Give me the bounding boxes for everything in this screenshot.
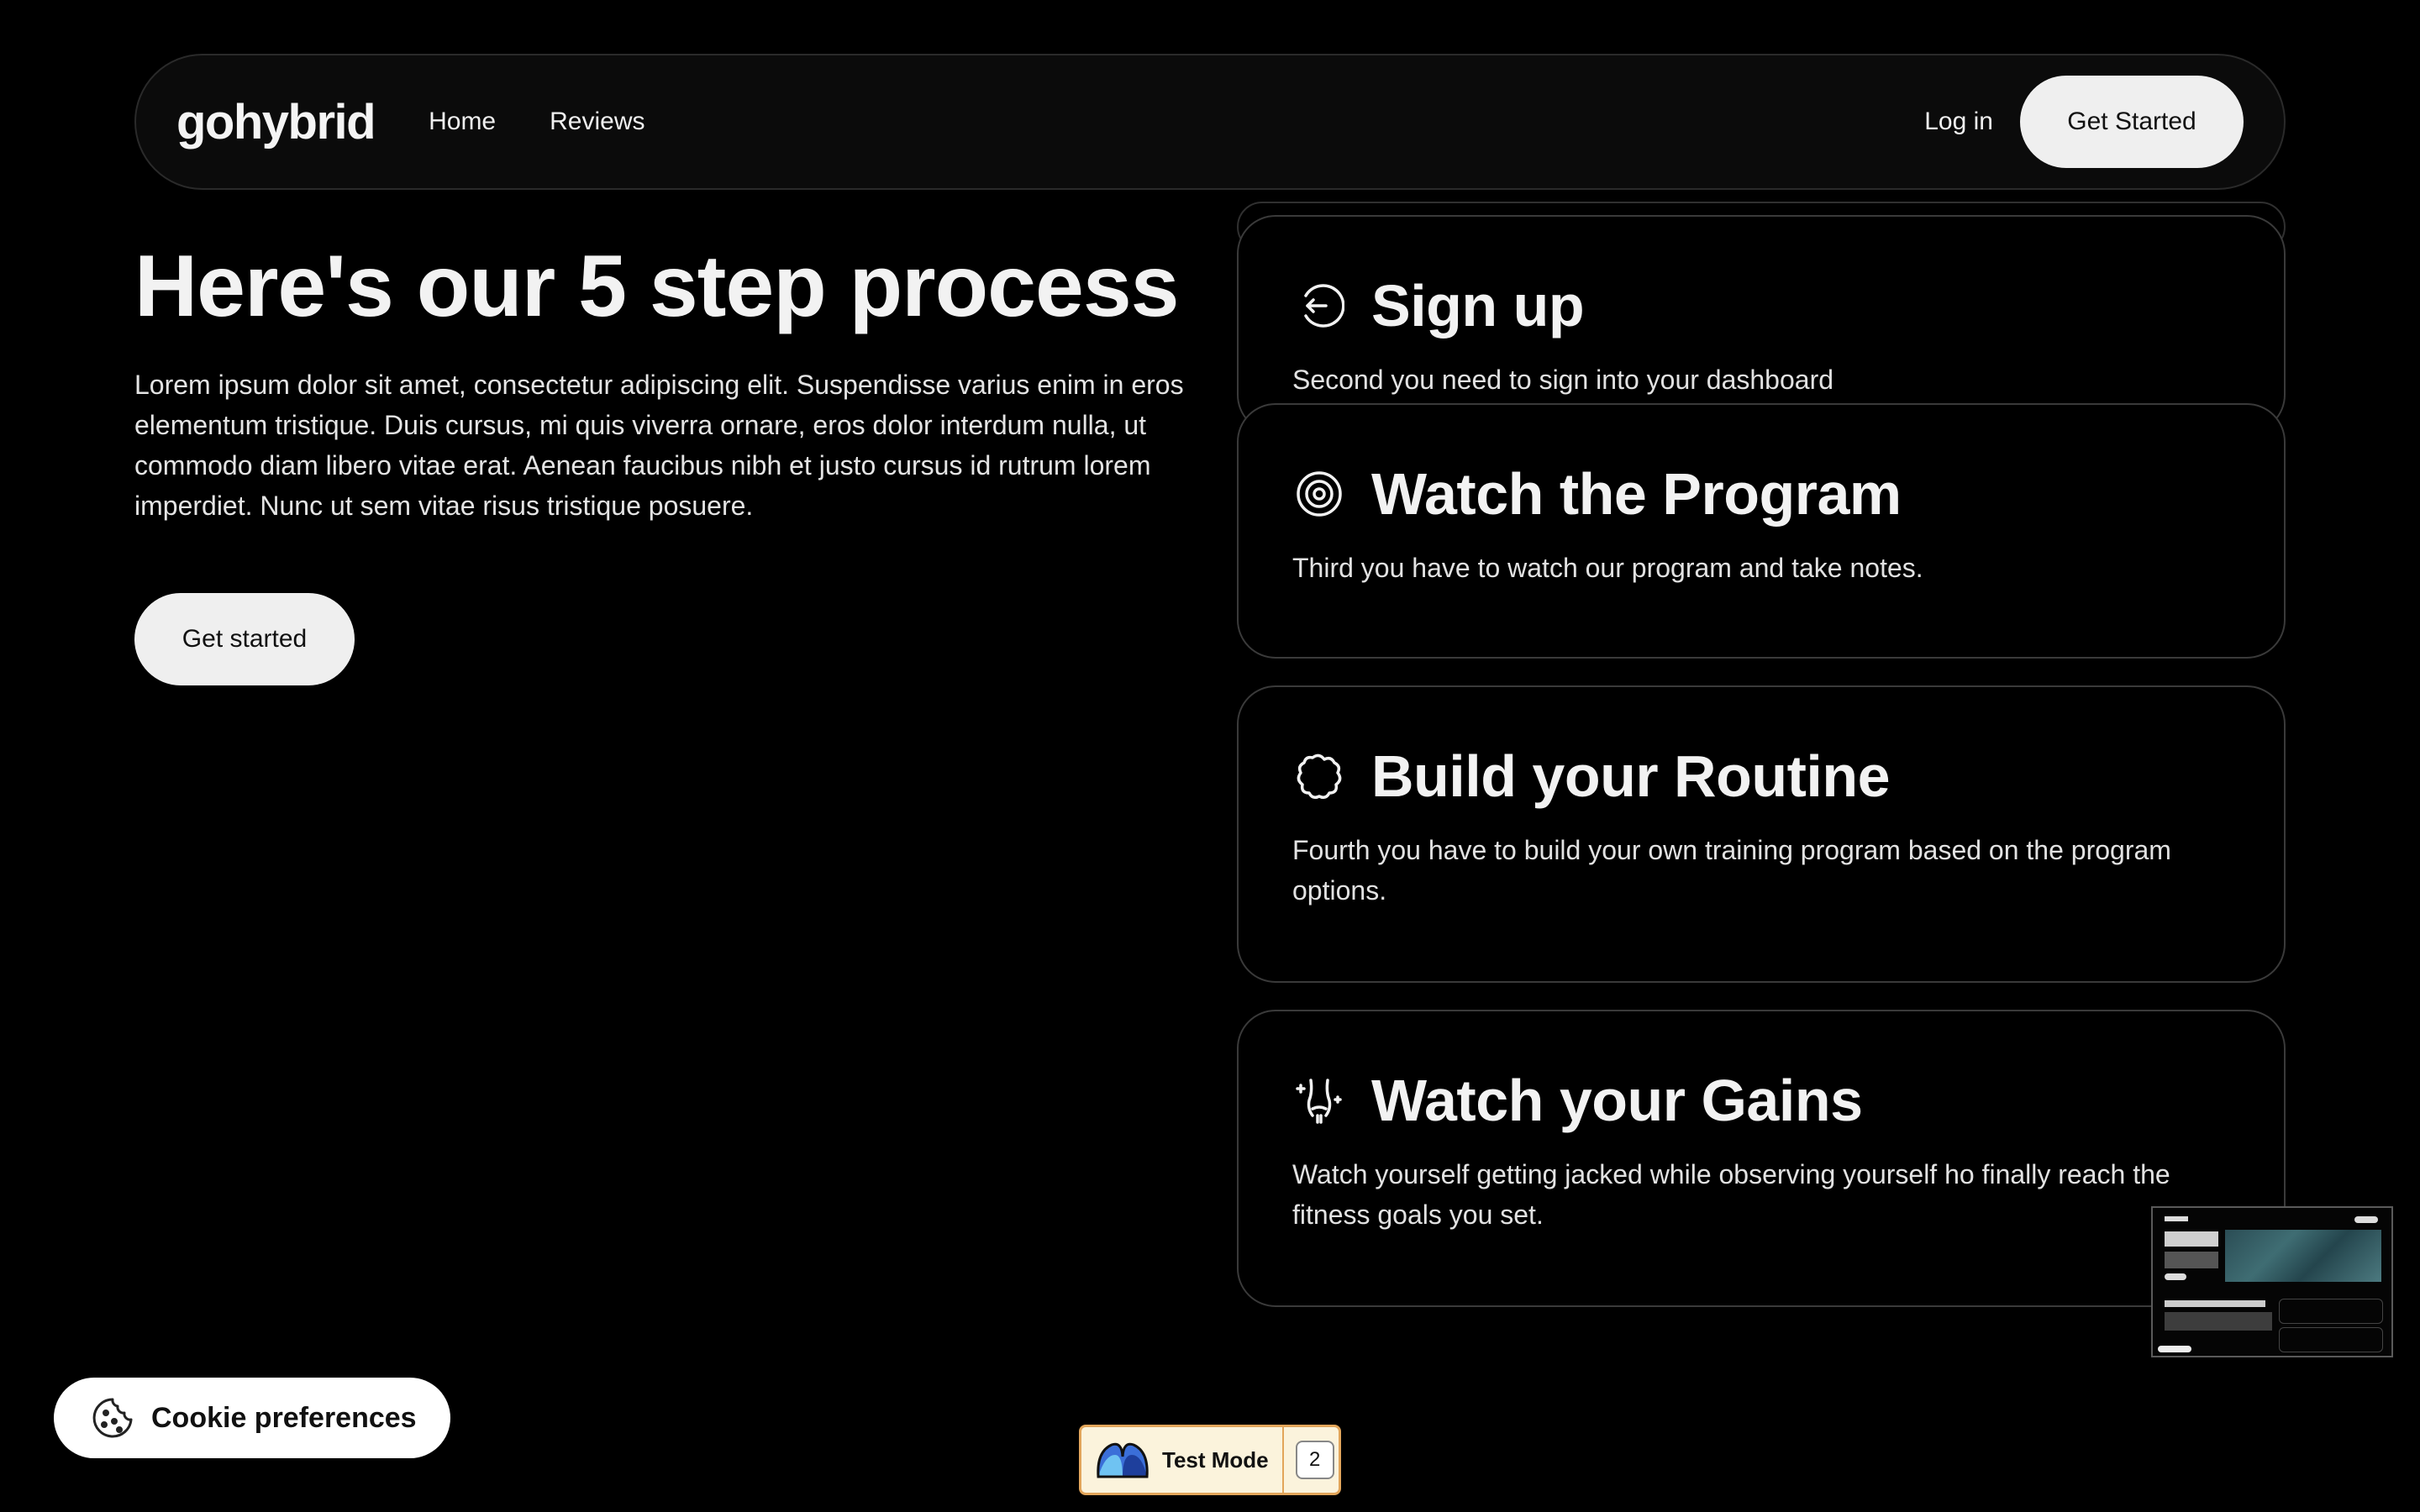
thumb-hero-image: [2225, 1230, 2381, 1282]
step-card-build-routine: Build your Routine Fourth you have to bu…: [1237, 685, 2286, 983]
step-title: Build your Routine: [1371, 743, 1891, 809]
eye-icon: [1292, 467, 1346, 521]
login-link[interactable]: Log in: [1924, 108, 1993, 136]
logo[interactable]: gohybrid: [176, 94, 376, 150]
step-title: Watch the Program: [1371, 461, 1902, 527]
hero-description: Lorem ipsum dolor sit amet, consectetur …: [134, 370, 1184, 521]
thumb-paragraph: [2165, 1312, 2272, 1331]
step-text: Third you have to watch our program and …: [1292, 553, 1923, 583]
thumb-button: [2354, 1216, 2378, 1223]
step-card-watch-gains: Watch your Gains Watch yourself getting …: [1237, 1010, 2286, 1307]
cookie-preferences-button[interactable]: Cookie preferences: [54, 1378, 450, 1458]
step-text: Watch yourself getting jacked while obse…: [1292, 1159, 2170, 1230]
step-card-watch-program: Watch the Program Third you have to watc…: [1237, 403, 2286, 659]
get-started-nav-button[interactable]: Get Started: [2020, 76, 2244, 168]
test-mode-badge[interactable]: Test Mode 2: [1079, 1425, 1341, 1495]
step-card-sign-up: Sign up Second you need to sign into you…: [1237, 215, 2286, 433]
body-icon: [1292, 1074, 1346, 1127]
cookie-preferences-label: Cookie preferences: [151, 1401, 417, 1434]
badge-divider: [1281, 1427, 1284, 1493]
brand-logo-icon: [1093, 1435, 1152, 1485]
sign-in-icon: [1292, 279, 1346, 333]
cookie-icon: [91, 1396, 134, 1440]
step-text: Fourth you have to build your own traini…: [1292, 835, 2171, 906]
thumb-pill: [2158, 1346, 2191, 1352]
navbar: gohybrid Home Reviews Log in Get Started: [134, 54, 2286, 190]
nav-link-home[interactable]: Home: [429, 108, 496, 136]
thumb-card: [2279, 1299, 2383, 1324]
step-title: Watch your Gains: [1371, 1068, 1863, 1133]
thumb-title: [2165, 1231, 2218, 1247]
thumb-cta: [2165, 1273, 2186, 1280]
nav-link-reviews[interactable]: Reviews: [550, 108, 644, 136]
hero-title: Here's our 5 step process: [134, 238, 1180, 335]
step-text: Second you need to sign into your dashbo…: [1292, 365, 1834, 395]
step-title: Sign up: [1371, 273, 1585, 339]
thumb-card: [2279, 1327, 2383, 1352]
puzzle-icon: [1292, 749, 1346, 803]
get-started-hero-button[interactable]: Get started: [134, 593, 355, 685]
thumb-heading: [2165, 1300, 2265, 1307]
test-mode-label: Test Mode: [1162, 1446, 1269, 1473]
thumb-text: [2165, 1252, 2218, 1268]
test-mode-count[interactable]: 2: [1295, 1441, 1334, 1479]
page-preview-thumbnail[interactable]: [2151, 1206, 2393, 1357]
thumb-logo: [2165, 1216, 2188, 1221]
